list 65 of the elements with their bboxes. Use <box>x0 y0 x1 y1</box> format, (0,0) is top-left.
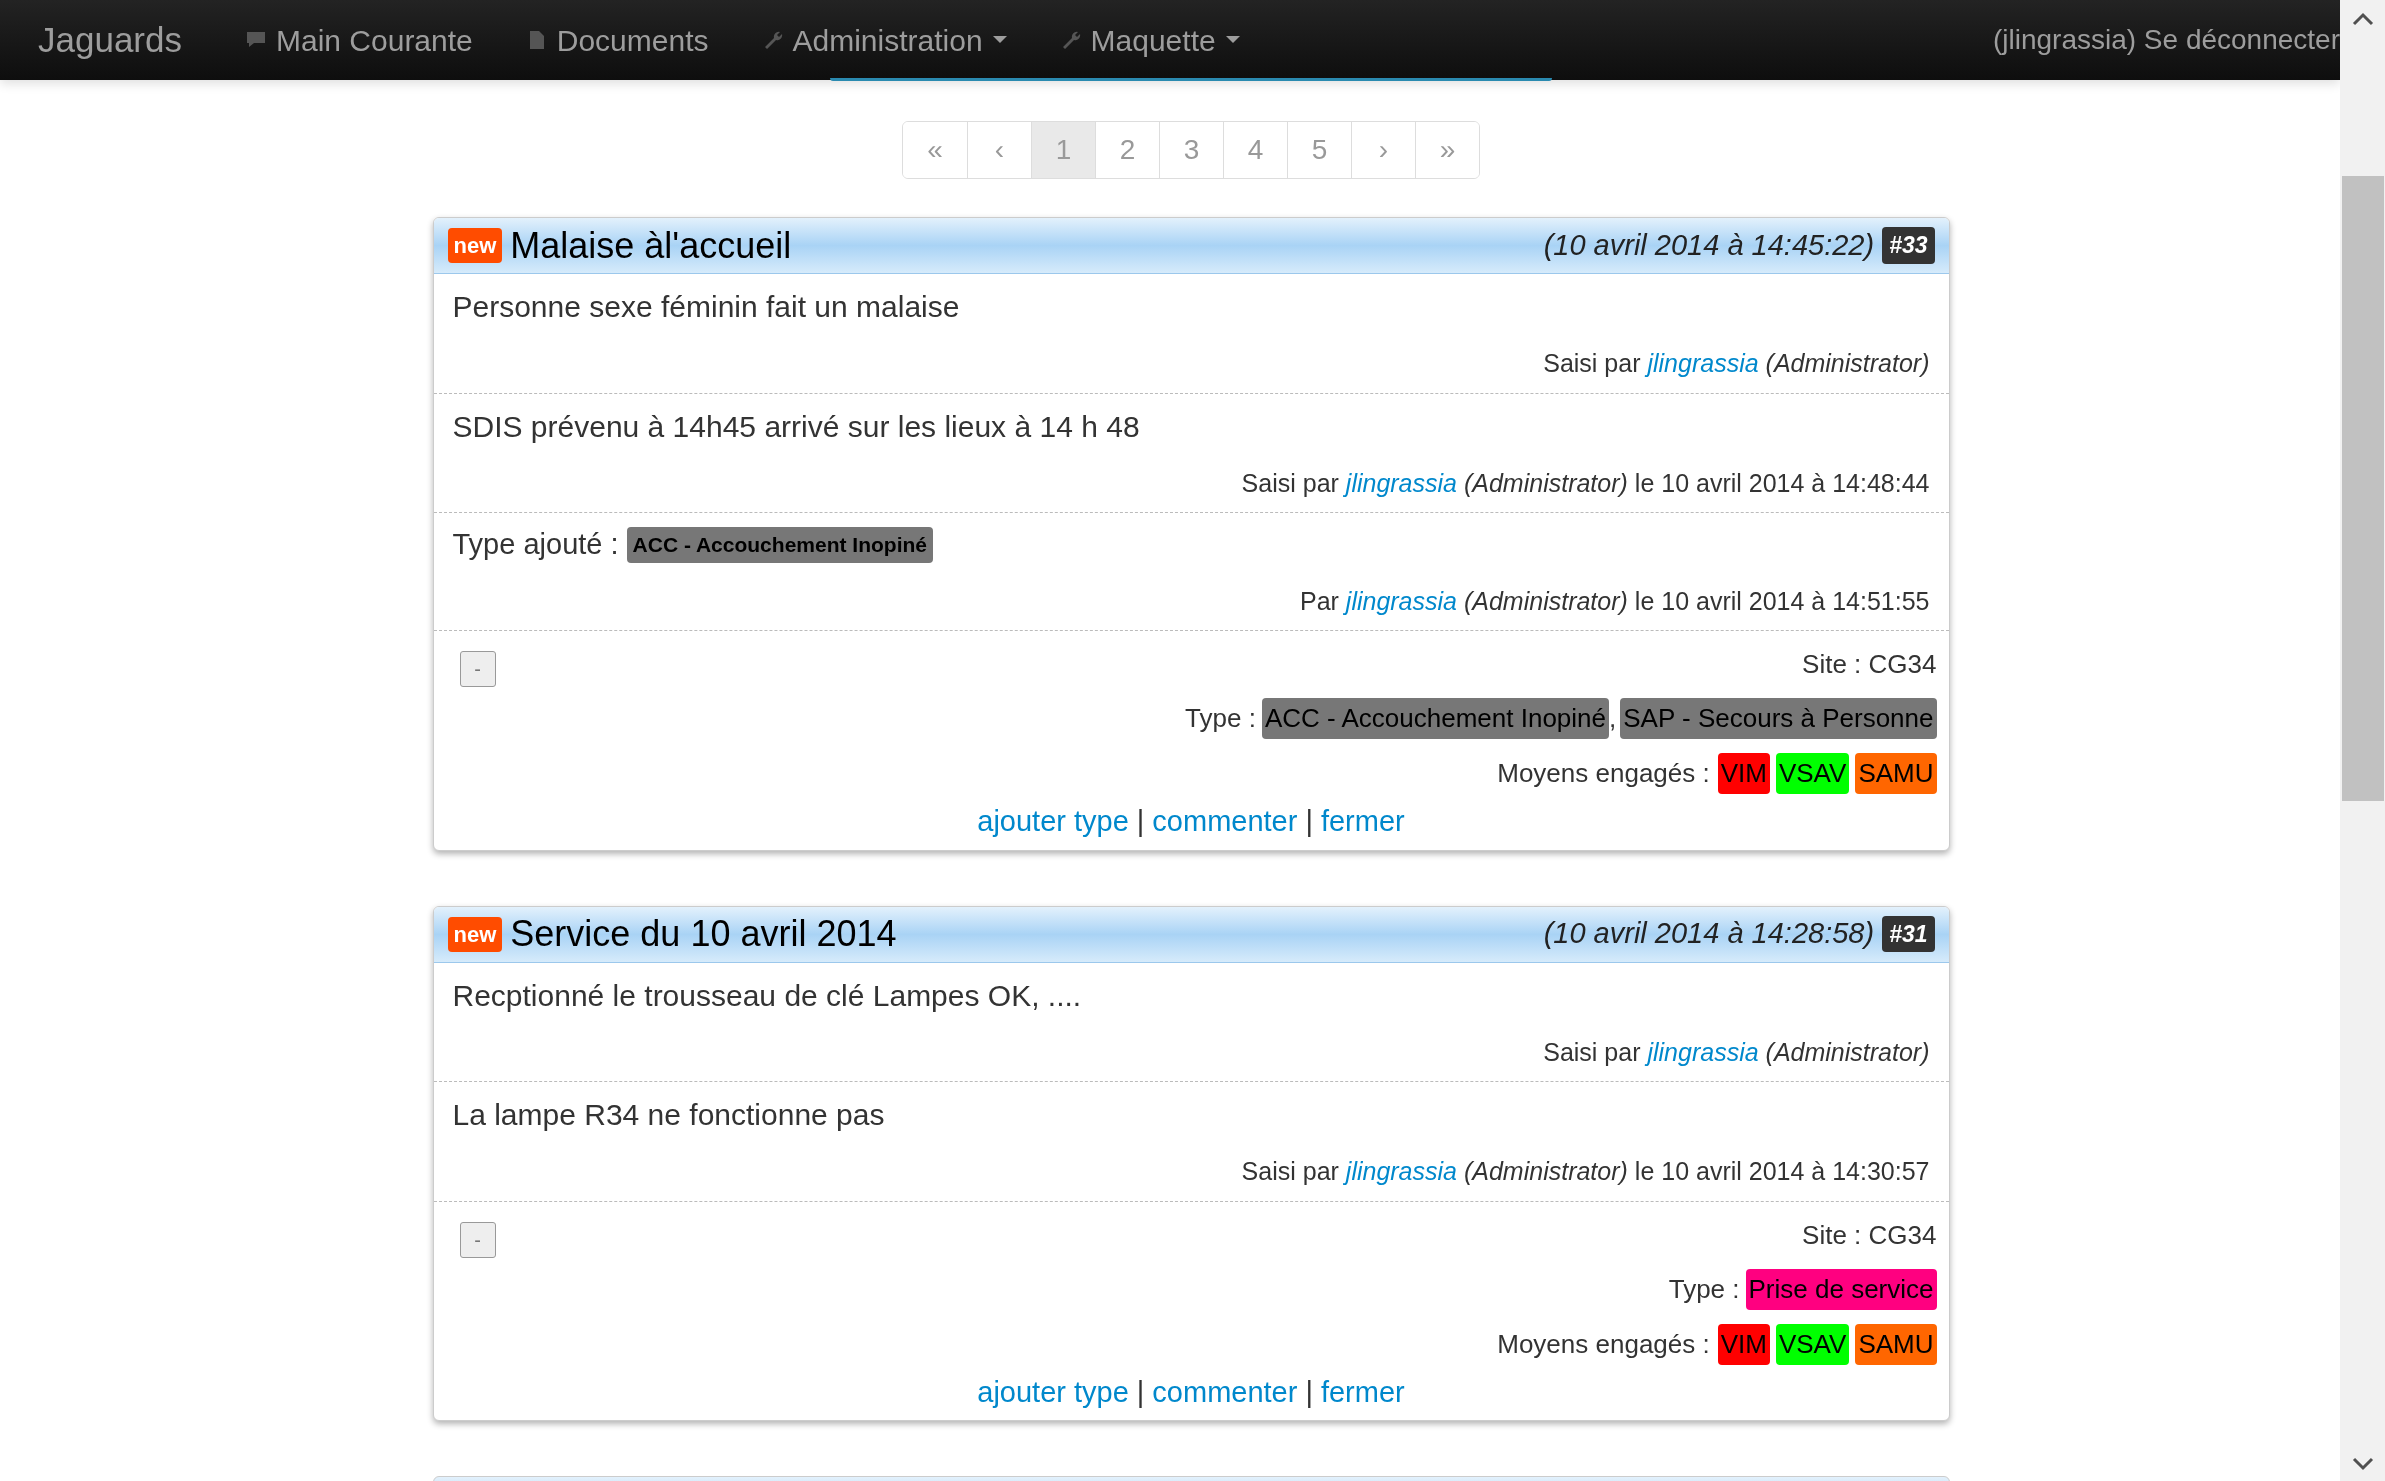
event-timestamp: (10 avril 2014 à 14:45:22) <box>1543 227 1875 263</box>
means-tag: VIM <box>1717 1323 1770 1365</box>
event-number: #31 <box>1882 915 1935 953</box>
entry-meta: Saisi par jlingrassia (Administrator) le 10 avril 2014 à 14:30:57 <box>1240 1156 1930 1187</box>
entry-meta: Saisi par jlingrassia (Administrator) <box>1542 1036 1930 1068</box>
type-tag: Prise de service <box>1745 1268 1937 1310</box>
author-link[interactable]: jlingrassia <box>1345 1157 1457 1185</box>
action-link[interactable]: fermer <box>1320 800 1405 844</box>
logout-link[interactable]: (jlingrassia) Se déconnecter <box>1992 19 2340 61</box>
site-label: Site : CG34 <box>1802 648 1937 681</box>
event-number: #33 <box>1882 227 1935 264</box>
type-label: Type : <box>1668 1272 1740 1306</box>
brand-link[interactable]: Jaguards <box>38 13 182 67</box>
scrollbar[interactable] <box>2340 0 2385 1481</box>
type-tag: ACC - Accouchement Inopiné <box>626 527 933 563</box>
event-title: Service du 10 avril 2014 <box>510 912 897 956</box>
page-link[interactable]: 1 <box>1031 122 1095 178</box>
entry-text: La lampe R34 ne fonctionne pas <box>452 1097 886 1133</box>
means-label: Moyens engagés : <box>1497 1327 1710 1361</box>
action-link[interactable]: commenter <box>1152 800 1298 844</box>
scrollbar-thumb[interactable] <box>2341 176 2384 801</box>
event-title: Malaise àl'accueil <box>510 223 792 268</box>
site-label: Site : CG34 <box>1802 1218 1937 1252</box>
entry-text: Recptionné le trousseau de clé Lampes OK, .... <box>452 977 1083 1014</box>
author-link[interactable]: jlingrassia <box>1345 468 1457 497</box>
caret-icon <box>1225 36 1240 44</box>
new-badge: new <box>447 228 503 263</box>
action-link[interactable]: fermer <box>1320 1370 1405 1414</box>
type-label: Type : <box>1185 702 1256 735</box>
nav-link[interactable]: Main Courante <box>226 17 493 63</box>
nav-link[interactable]: Documents <box>506 17 729 63</box>
scroll-down-icon[interactable] <box>2351 1457 2374 1471</box>
means-tag: VSAV <box>1775 753 1850 794</box>
means-tag: VIM <box>1717 753 1770 794</box>
entry-text: Personne sexe féminin fait un malaise <box>452 289 961 325</box>
means-tag: SAMU <box>1855 1323 1937 1365</box>
action-link[interactable]: commenter <box>1152 1370 1298 1414</box>
means-tag: SAMU <box>1855 753 1937 794</box>
new-badge: new <box>447 916 503 952</box>
comment-icon <box>246 30 266 50</box>
caret-icon <box>992 36 1007 44</box>
page-link[interactable]: » <box>1415 122 1479 178</box>
entry-text: SDIS prévenu à 14h45 arrivé sur les lieux à 14 h 48 <box>452 408 1141 445</box>
separator-text: | <box>1305 804 1313 839</box>
author-link[interactable]: jlingrassia <box>1345 586 1457 615</box>
nav-link[interactable]: Maquette <box>1040 17 1260 63</box>
separator-text: | <box>1305 1374 1313 1410</box>
entry-meta: Saisi par jlingrassia (Administrator) le 10 avril 2014 à 14:48:44 <box>1240 467 1930 499</box>
collapse-button[interactable]: - <box>459 651 496 687</box>
entry-meta: Par jlingrassia (Administrator) le 10 avril 2014 à 14:51:55 <box>1298 585 1930 617</box>
separator-text: , <box>1609 702 1617 735</box>
separator-text: | <box>1136 1374 1145 1410</box>
scroll-up-icon[interactable] <box>2351 12 2374 26</box>
event-timestamp: (10 avril 2014 à 14:28:58) <box>1543 916 1875 952</box>
means-label: Moyens engagés : <box>1497 757 1710 790</box>
separator-text: | <box>1136 804 1145 839</box>
entry-meta: Saisi par jlingrassia (Administrator) <box>1542 348 1930 379</box>
nav-link[interactable]: Administration <box>742 17 1027 63</box>
action-link[interactable]: ajouter type <box>977 800 1129 844</box>
action-link[interactable]: ajouter type <box>977 1370 1129 1414</box>
entry-text: Type ajouté : <box>452 527 619 562</box>
type-tag: ACC - Accouchement Inopiné <box>1261 698 1609 739</box>
type-tag: SAP - Secours à Personne <box>1620 698 1937 739</box>
collapse-button[interactable]: - <box>459 1221 496 1258</box>
means-tag: VSAV <box>1775 1323 1850 1365</box>
